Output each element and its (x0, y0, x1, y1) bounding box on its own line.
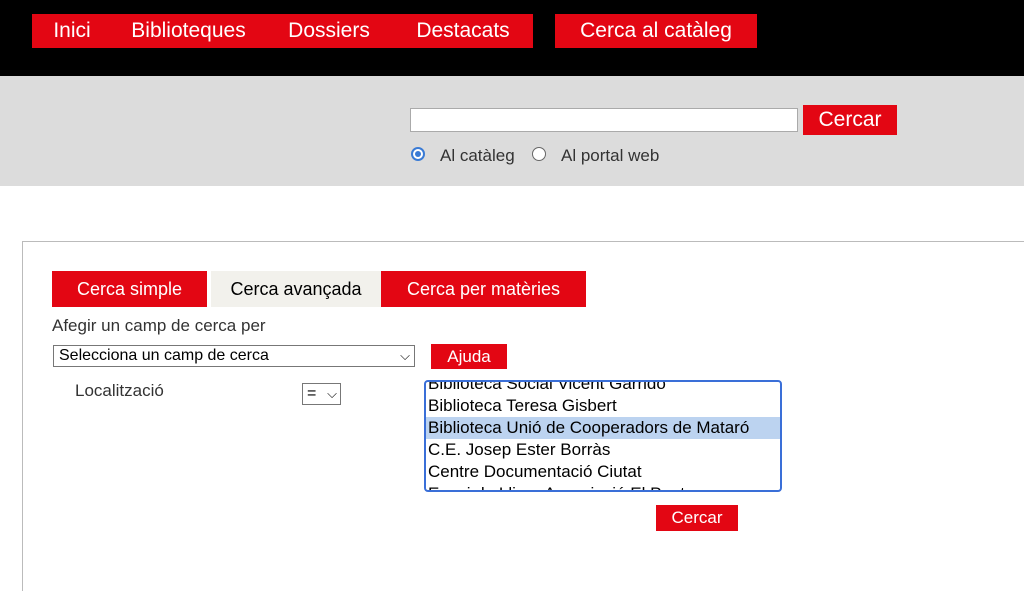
radio-catalog[interactable] (411, 147, 425, 161)
nav-biblioteques[interactable]: Biblioteques (112, 14, 265, 48)
radio-web-portal-label: Al portal web (561, 146, 660, 165)
chevron-down-icon: ⌵ (327, 386, 337, 401)
list-item[interactable]: Centre Documentació Ciutat (426, 461, 780, 483)
list-item[interactable]: Biblioteca Teresa Gisbert (426, 395, 780, 417)
operator-value: = (307, 385, 317, 402)
catalog-search-button[interactable]: Cerca al catàleg (555, 14, 757, 48)
top-navigation-bar: Inici Biblioteques Dossiers Destacats Ce… (0, 0, 1024, 76)
operator-select[interactable]: = ⌵ (302, 383, 341, 405)
field-select-value: Selecciona un camp de cerca (59, 347, 269, 364)
chevron-down-icon: ⌵ (400, 348, 410, 363)
radio-web-portal[interactable] (532, 147, 546, 161)
location-label: Localització (75, 381, 164, 400)
list-item[interactable]: Biblioteca Social Vicent Garrido (426, 382, 780, 395)
nav-dossiers[interactable]: Dossiers (265, 14, 393, 48)
nav-destacats[interactable]: Destacats (393, 14, 533, 48)
add-field-label: Afegir un camp de cerca per (52, 316, 266, 335)
tab-simple-search[interactable]: Cerca simple (52, 271, 207, 307)
tab-advanced-search[interactable]: Cerca avançada (211, 271, 381, 307)
top-search-input[interactable] (410, 108, 798, 132)
library-listbox[interactable]: Biblioteca Social Vicent Garrido Bibliot… (424, 380, 782, 492)
tab-subject-search[interactable]: Cerca per matèries (381, 271, 586, 307)
top-search-button[interactable]: Cercar (803, 105, 897, 135)
field-select[interactable]: Selecciona un camp de cerca ⌵ (53, 345, 415, 367)
list-item[interactable]: Espai de Lliure Associació El Punt (426, 483, 780, 490)
radio-catalog-label: Al catàleg (440, 146, 515, 165)
list-item[interactable]: C.E. Josep Ester Borràs (426, 439, 780, 461)
help-button[interactable]: Ajuda (431, 344, 507, 369)
list-item-selected[interactable]: Biblioteca Unió de Cooperadors de Mataró (426, 417, 780, 439)
nav-inici[interactable]: Inici (32, 14, 112, 48)
advanced-search-button[interactable]: Cercar (656, 505, 738, 531)
